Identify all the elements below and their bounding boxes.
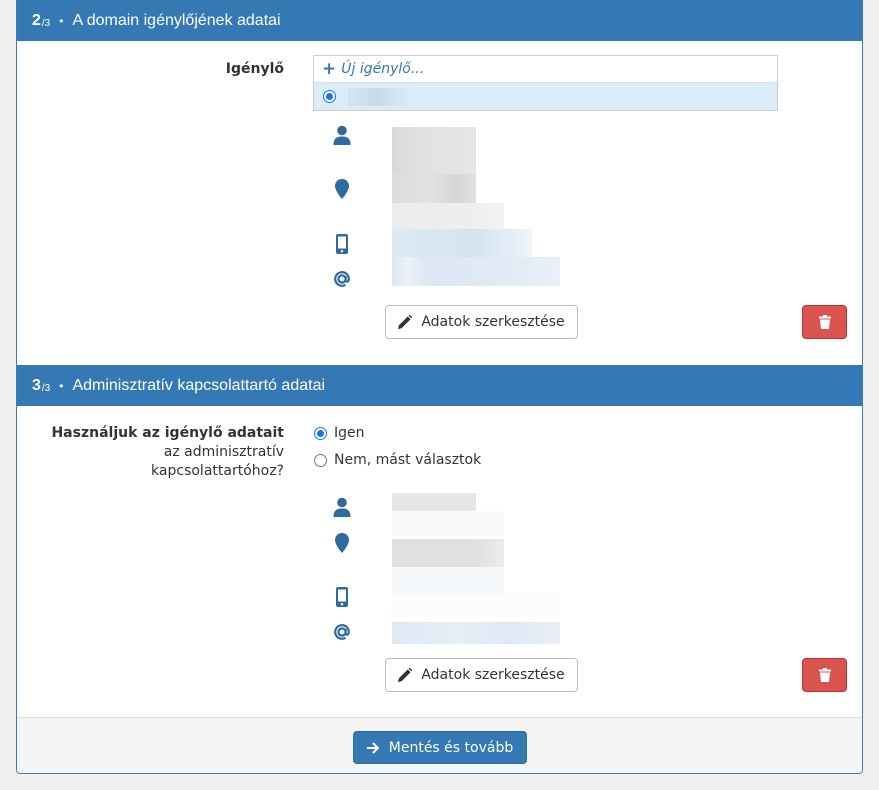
form-footer: Mentés és tovább: [17, 717, 862, 773]
requester-select: + Új igénylő...: [313, 55, 778, 111]
redacted-phone: [392, 567, 504, 593]
step-total: /3: [41, 18, 51, 29]
pencil-icon: [398, 668, 413, 682]
new-requester-label: Új igénylő...: [341, 61, 425, 77]
option-no[interactable]: Nem, mást választok: [314, 452, 481, 468]
arrow-right-icon: [366, 741, 380, 754]
redacted-email: [392, 622, 560, 644]
option-yes-label: Igen: [334, 425, 365, 441]
pencil-icon: [398, 315, 413, 329]
edit-requester-label: Adatok szerkesztése: [421, 314, 565, 330]
requester-radio[interactable]: [323, 90, 336, 103]
edit-admin-contact-button[interactable]: Adatok szerkesztése: [385, 658, 578, 692]
step-number: 2: [32, 11, 41, 29]
bullet-separator: •: [59, 13, 64, 28]
map-marker-icon: [332, 178, 352, 200]
redacted-name: [392, 493, 476, 511]
requester-label: Igénylő: [225, 61, 284, 77]
requester-option-selected[interactable]: [314, 83, 777, 110]
mobile-icon: [332, 233, 352, 255]
user-icon: [332, 124, 352, 146]
question-line-3: kapcsolattartóhoz?: [151, 463, 284, 479]
redacted-phone: [392, 229, 532, 257]
section-2-title: A domain igénylőjének adatai: [72, 11, 281, 29]
delete-admin-contact-button[interactable]: [802, 658, 847, 692]
edit-requester-button[interactable]: Adatok szerkesztése: [385, 305, 578, 339]
redacted-address-2: [392, 203, 504, 229]
no-radio[interactable]: [314, 453, 327, 467]
question-line-1: Használjuk az igénylő adatait: [51, 425, 284, 441]
new-requester-option[interactable]: + Új igénylő...: [314, 56, 777, 83]
at-icon: [332, 621, 352, 643]
step-number: 3: [32, 376, 41, 394]
option-yes[interactable]: Igen: [314, 425, 365, 441]
yes-radio[interactable]: [314, 426, 327, 440]
user-icon: [332, 496, 352, 518]
section-3-header: 3 /3 • Adminisztratív kapcsolattartó ada…: [17, 365, 862, 406]
delete-requester-button[interactable]: [802, 305, 847, 339]
redacted-address: [392, 539, 504, 567]
trash-icon: [818, 668, 831, 682]
redacted-address: [392, 174, 476, 203]
map-marker-icon: [332, 532, 352, 554]
edit-admin-contact-label: Adatok szerkesztése: [421, 667, 565, 683]
mobile-icon: [332, 586, 352, 608]
section-2-header: 2 /3 • A domain igénylőjének adatai: [17, 0, 862, 41]
redacted-name: [392, 127, 476, 175]
redacted-name-2: [392, 511, 504, 536]
save-and-continue-label: Mentés és tovább: [388, 739, 514, 756]
section-3-title: Adminisztratív kapcsolattartó adatai: [72, 376, 326, 394]
redacted-requester-name: [348, 87, 406, 106]
save-and-continue-button[interactable]: Mentés és tovább: [353, 731, 527, 764]
use-requester-question: Használjuk az igénylő adatait az adminis…: [27, 424, 284, 481]
step-total: /3: [41, 383, 51, 394]
redacted-email: [392, 257, 560, 286]
form-panel: 2 /3 • A domain igénylőjének adatai Igén…: [16, 0, 863, 774]
redacted-phone-2: [392, 593, 560, 617]
question-line-2: az adminisztratív: [163, 444, 284, 460]
option-no-label: Nem, mást választok: [334, 452, 482, 468]
at-icon: [332, 268, 352, 290]
bullet-separator: •: [59, 378, 64, 393]
trash-icon: [818, 315, 831, 329]
plus-icon: +: [322, 59, 337, 79]
